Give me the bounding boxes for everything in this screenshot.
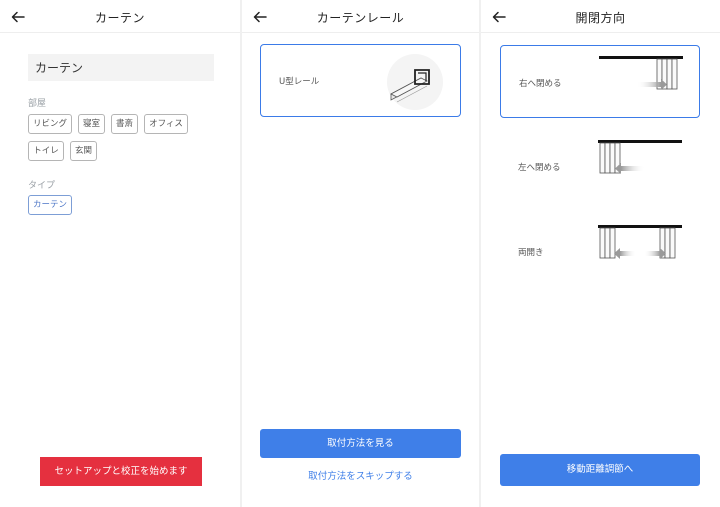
u-rail-image [387,54,443,110]
adjust-travel-distance-button[interactable]: 移動距離調節へ [500,454,700,486]
room-chip-entrance[interactable]: 玄関 [70,141,97,161]
page-title: 開閉方向 [575,11,626,25]
skip-install-method-link[interactable]: 取付方法をスキップする [242,468,479,482]
curtain-rail-screen: カーテンレール U型レール 取付方法を見る 取付方法をスキップする [242,0,479,507]
room-chip-living[interactable]: リビング [28,114,72,134]
room-chip-toilet[interactable]: トイレ [28,141,64,161]
room-section-label: 部屋 [28,99,47,109]
rail-option-u-type[interactable]: U型レール [260,44,461,117]
header: カーテンレール [242,0,479,33]
curtain-close-left-diagram [598,140,682,174]
direction-option-close-left[interactable]: 左へ閉める [500,130,700,203]
direction-option-label: 右へ閉める [519,79,562,89]
type-section-label: タイプ [28,181,56,191]
page-title: カーテンレール [316,11,405,25]
room-chip-bedroom[interactable]: 寝室 [78,114,105,134]
direction-option-label: 左へ閉める [518,163,561,173]
room-chip-study[interactable]: 書斎 [111,114,138,134]
curtain-setup-screen: カーテン 部屋 リビング 寝室 書斎 オフィス トイレ 玄関 タイプ カーテン … [0,0,240,507]
view-install-method-button[interactable]: 取付方法を見る [260,429,461,458]
direction-option-both-open[interactable]: 両開き [500,215,700,288]
page-title: カーテン [94,11,145,25]
rail-option-label: U型レール [279,77,320,87]
direction-option-close-right[interactable]: 右へ閉める [500,45,700,118]
direction-option-label: 両開き [518,248,544,258]
header: カーテン [0,0,240,33]
device-name-input[interactable] [28,54,214,81]
type-chip-curtain[interactable]: カーテン [28,195,72,215]
room-chip-office[interactable]: オフィス [144,114,188,134]
curtain-close-right-diagram [599,56,683,90]
curtain-both-open-diagram [598,225,682,259]
open-close-direction-screen: 開閉方向 右へ閉める 左へ閉める 両開き 移動距離調節へ [481,0,720,507]
start-setup-button[interactable]: セットアップと校正を始めます [40,457,202,486]
header: 開閉方向 [481,0,720,33]
